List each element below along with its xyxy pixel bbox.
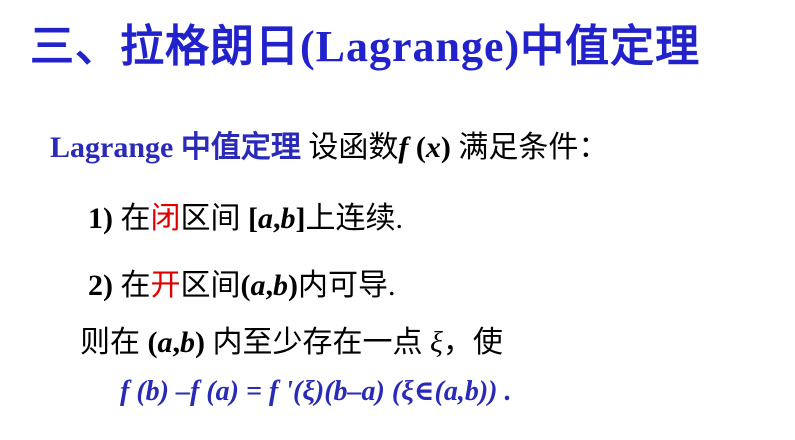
condition-2-b: b (273, 269, 288, 302)
condition-1-post: 上连续. (305, 202, 404, 235)
conclusion-comma: , (172, 326, 181, 359)
theorem-paren-open: ( (408, 131, 426, 164)
conclusion-mid: 内至少存在一点 (205, 326, 430, 359)
condition-1-lbracket: [ (248, 202, 258, 235)
condition-2: 2) 在开区间(a,b)内可导. (88, 260, 396, 304)
mean-value-formula: f (b) –f (a) = f '(ξ)(b–a) (ξ∈(a,b)) . (120, 376, 512, 407)
conclusion-xi: ξ (430, 326, 443, 359)
condition-2-rparen: ) (288, 269, 298, 302)
condition-1-comma: , (273, 202, 281, 235)
condition-2-post: 内可导. (298, 269, 396, 302)
conclusion-lparen: ( (147, 326, 158, 359)
conclusion-b: b (180, 326, 195, 359)
condition-1-a: a (258, 202, 273, 235)
condition-1-mid: 区间 (180, 202, 248, 235)
condition-1-b: b (280, 202, 296, 235)
conclusion-rparen: ) (195, 326, 205, 359)
condition-1-number: 1) (88, 202, 113, 235)
condition-2-pre: 在 (113, 269, 151, 302)
conclusion-post: ，使 (442, 326, 503, 359)
theorem-statement: Lagrange 中值定理 设函数f (x) 满足条件： (50, 122, 608, 166)
theorem-lead: 设函数 (308, 131, 399, 164)
slide-title: 三、拉格朗日(Lagrange)中值定理 (30, 22, 701, 71)
condition-2-number: 2) (88, 269, 113, 302)
conclusion: 则在 (a,b) 内至少存在一点 ξ，使 (80, 317, 503, 361)
condition-2-a: a (250, 269, 266, 302)
theorem-x: x (425, 131, 441, 164)
theorem-tail: 满足条件： (458, 131, 609, 164)
condition-1-keyword: 闭 (150, 202, 181, 235)
theorem-f: f (398, 131, 409, 164)
condition-2-keyword: 开 (150, 269, 181, 302)
condition-2-comma: , (265, 269, 274, 302)
theorem-name: Lagrange 中值定理 (50, 131, 301, 164)
condition-1-rbracket: ] (295, 202, 306, 235)
condition-2-mid: 区间 (180, 269, 241, 302)
theorem-paren-close: ) (440, 131, 459, 164)
conclusion-pre: 则在 (80, 326, 148, 359)
condition-1: 1) 在闭区间 [a,b]上连续. (88, 193, 403, 237)
conclusion-a: a (157, 326, 173, 359)
condition-2-lparen: ( (240, 269, 251, 302)
condition-1-pre: 在 (113, 202, 151, 235)
